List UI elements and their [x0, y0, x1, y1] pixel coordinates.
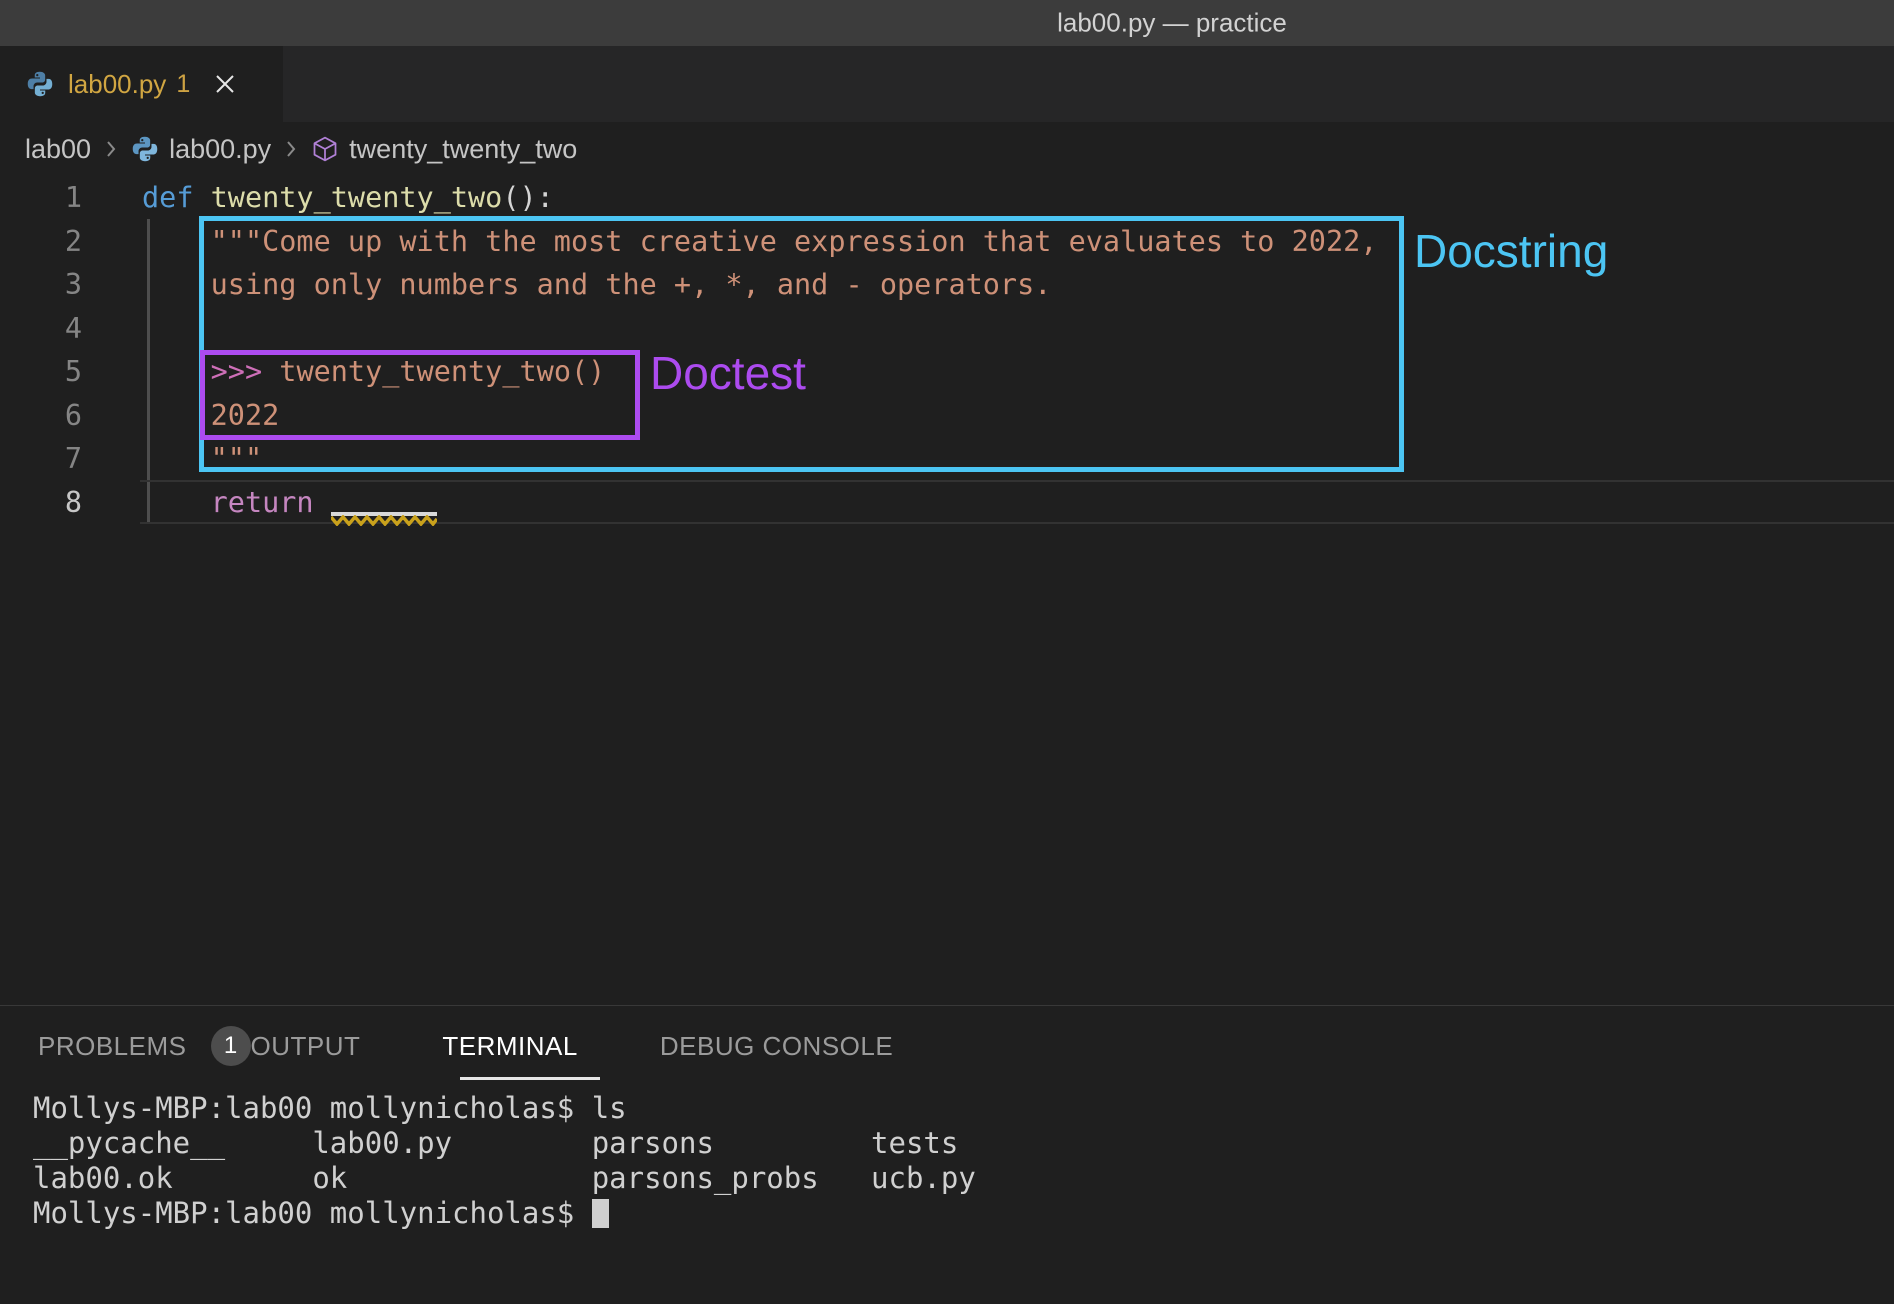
- python-icon: [131, 135, 159, 163]
- code-line-text: """: [118, 437, 262, 481]
- terminal-line: Mollys-MBP:lab00 mollynicholas$ ls: [33, 1091, 976, 1126]
- code-line-text: def twenty_twenty_two():: [118, 176, 554, 220]
- tab-output[interactable]: OUTPUT: [251, 1031, 361, 1062]
- symbol-cube-icon: [311, 135, 339, 163]
- tab-problem-count: 1: [176, 70, 190, 99]
- chevron-right-icon: [283, 137, 299, 161]
- code-line[interactable]: 7 """: [0, 437, 1894, 481]
- tab-debug-console[interactable]: DEBUG CONSOLE: [660, 1031, 893, 1062]
- code-line-text: 2022: [118, 394, 279, 438]
- code-line[interactable]: 2 """Come up with the most creative expr…: [0, 220, 1894, 264]
- code-editor[interactable]: 1def twenty_twenty_two():2 """Come up wi…: [0, 176, 1894, 524]
- title-bar: lab00.py — practice: [0, 0, 1894, 46]
- terminal-line: Mollys-MBP:lab00 mollynicholas$: [33, 1196, 976, 1231]
- active-panel-tab-underline: [460, 1077, 600, 1080]
- tab-label: lab00.py: [68, 69, 166, 100]
- breadcrumb-file[interactable]: lab00.py: [169, 134, 271, 165]
- line-number: 1: [0, 176, 118, 220]
- terminal-cursor: [592, 1199, 609, 1228]
- editor-tab-strip: lab00.py 1: [0, 46, 1894, 122]
- indent-guide: [147, 219, 150, 524]
- code-line[interactable]: 4: [0, 307, 1894, 351]
- code-lines: 1def twenty_twenty_two():2 """Come up wi…: [0, 176, 1894, 524]
- panel-tab-bar: PROBLEMS 1 OUTPUT TERMINAL DEBUG CONSOLE: [38, 1025, 893, 1067]
- line-number: 7: [0, 437, 118, 481]
- breadcrumb-folder[interactable]: lab00: [25, 134, 91, 165]
- line-number: 2: [0, 220, 118, 264]
- terminal-line: __pycache__ lab00.py parsons tests: [33, 1126, 976, 1161]
- terminal-line: lab00.ok ok parsons_probs ucb.py: [33, 1161, 976, 1196]
- code-line-text: >>> twenty_twenty_two(): [118, 350, 605, 394]
- breadcrumb-symbol[interactable]: twenty_twenty_two: [349, 134, 577, 165]
- code-line[interactable]: 5 >>> twenty_twenty_two(): [0, 350, 1894, 394]
- code-line[interactable]: 8 return: [0, 481, 1894, 525]
- breadcrumb: lab00 lab00.py twenty_twenty_two: [0, 122, 1894, 176]
- error-squiggle: [331, 512, 437, 526]
- code-line[interactable]: 3 using only numbers and the +, *, and -…: [0, 263, 1894, 307]
- code-line[interactable]: 6 2022: [0, 394, 1894, 438]
- tab-lab00py[interactable]: lab00.py 1: [0, 46, 283, 122]
- line-number: 6: [0, 394, 118, 438]
- doctest-annotation-label: Doctest: [650, 348, 806, 399]
- tab-terminal[interactable]: TERMINAL: [442, 1031, 577, 1062]
- python-icon: [26, 70, 54, 98]
- code-line-text: [118, 307, 142, 351]
- window-title: lab00.py — practice: [1057, 8, 1287, 39]
- tab-problems[interactable]: PROBLEMS: [38, 1031, 187, 1062]
- line-number: 4: [0, 307, 118, 351]
- docstring-annotation-label: Docstring: [1414, 226, 1608, 277]
- code-line[interactable]: 1def twenty_twenty_two():: [0, 176, 1894, 220]
- problems-count-badge: 1: [211, 1026, 251, 1066]
- line-number: 8: [0, 481, 118, 525]
- line-number: 5: [0, 350, 118, 394]
- code-line-text: using only numbers and the +, *, and - o…: [118, 263, 1051, 307]
- chevron-right-icon: [103, 137, 119, 161]
- line-number: 3: [0, 263, 118, 307]
- terminal-output[interactable]: Mollys-MBP:lab00 mollynicholas$ ls__pyca…: [33, 1091, 976, 1231]
- vscode-window: lab00.py — practice lab00.py 1 lab00 lab…: [0, 0, 1894, 1304]
- code-line-text: """Come up with the most creative expres…: [118, 220, 1377, 264]
- close-tab-icon[interactable]: [212, 71, 238, 97]
